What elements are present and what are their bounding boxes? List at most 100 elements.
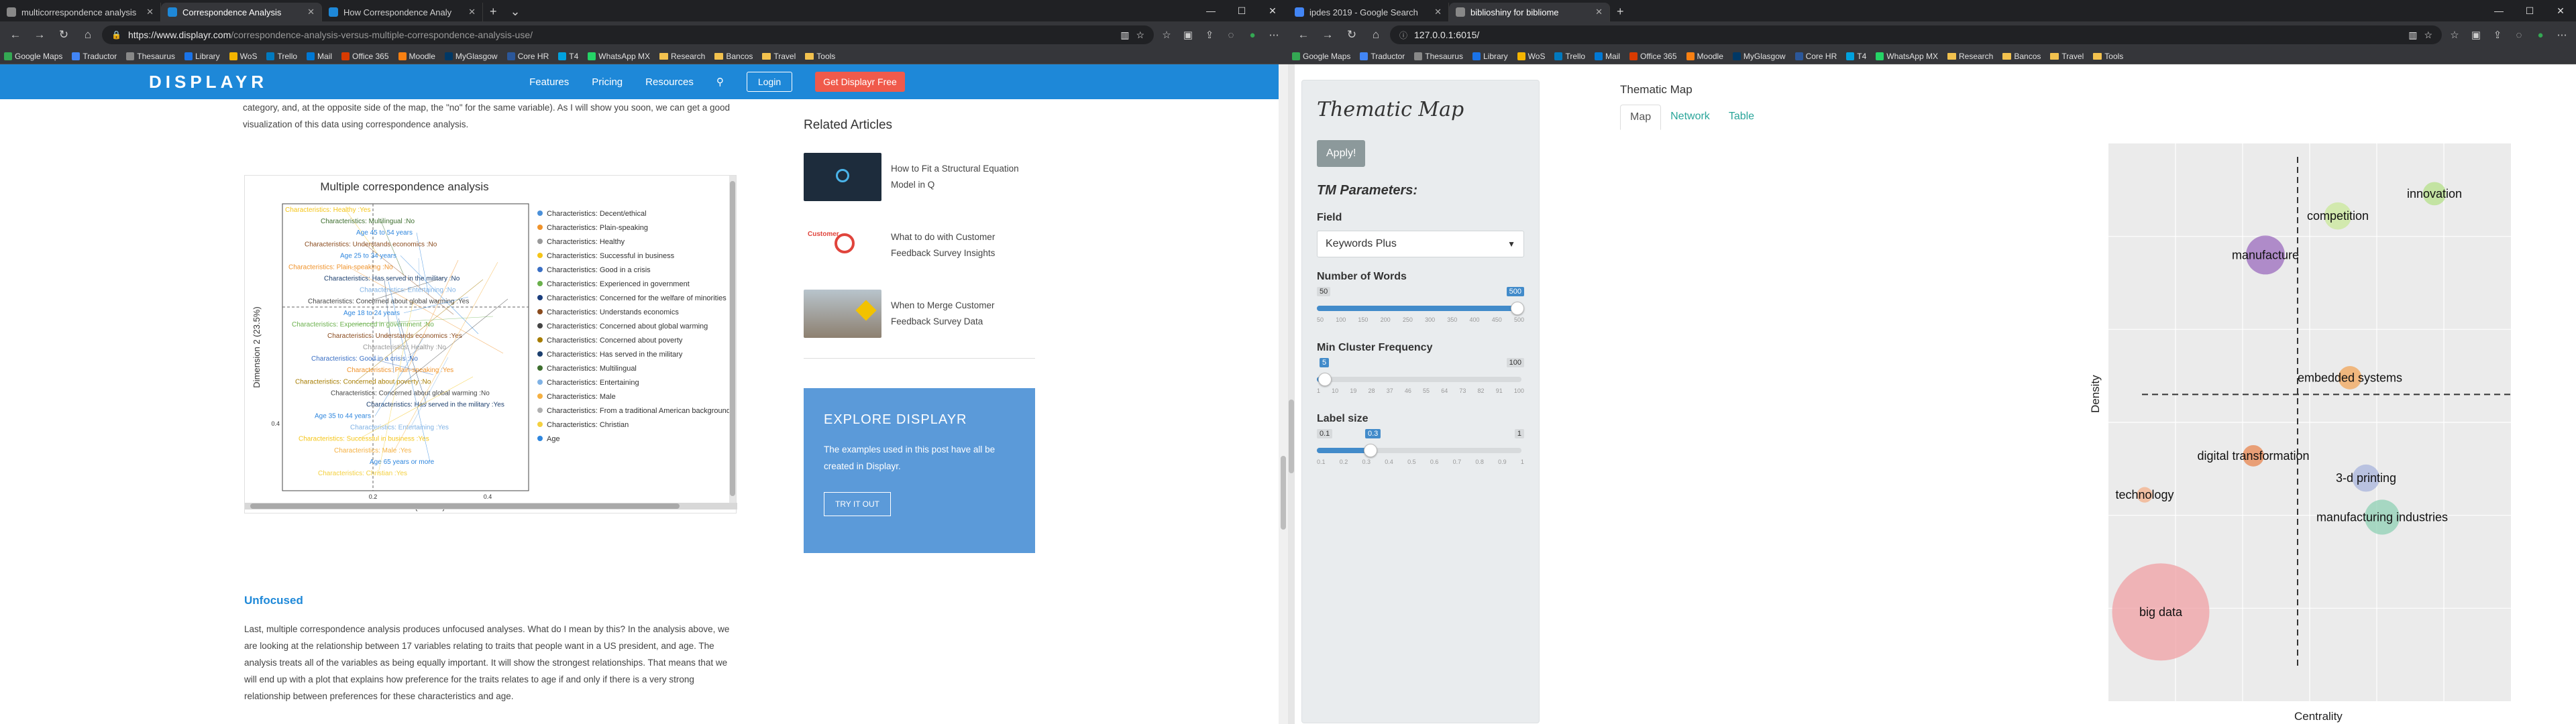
- collections-icon[interactable]: ▣: [1179, 29, 1197, 41]
- close-icon[interactable]: ✕: [468, 7, 476, 17]
- slider-track[interactable]: [1317, 377, 1521, 382]
- words-slider[interactable]: 50 500 50 100 150 200 250 300 350 400 450 500: [1317, 287, 1524, 328]
- favorites-icon[interactable]: ☆: [2446, 29, 2463, 41]
- related-article[interactable]: Customer What to do with Customer Feedba…: [804, 221, 1035, 269]
- close-window-icon[interactable]: ✕: [1257, 5, 1288, 17]
- slider-handle[interactable]: [1364, 444, 1377, 457]
- share-icon[interactable]: ⇪: [1201, 29, 1218, 41]
- back-icon[interactable]: ←: [1293, 28, 1313, 42]
- login-button[interactable]: Login: [746, 72, 793, 92]
- article-thumbnail[interactable]: [804, 290, 881, 338]
- tab-map[interactable]: Map: [1620, 105, 1662, 130]
- back-icon[interactable]: ←: [5, 28, 25, 42]
- bookmark-item[interactable]: Moodle: [398, 52, 435, 61]
- bookmark-item[interactable]: Thesaurus: [1414, 52, 1463, 61]
- reload-icon[interactable]: ↻: [54, 28, 74, 42]
- bookmark-item[interactable]: Tools: [2093, 52, 2123, 61]
- bookmark-item[interactable]: Tools: [805, 52, 835, 61]
- related-article-link[interactable]: When to Merge Customer Feedback Survey D…: [891, 298, 1035, 330]
- bookmark-item[interactable]: Thesaurus: [126, 52, 175, 61]
- bookmark-item[interactable]: Mail: [1595, 52, 1620, 61]
- bookmark-star-icon[interactable]: ☆: [1136, 29, 1144, 41]
- minfreq-slider[interactable]: 5 100 1 10 19 28 37 46 55 64 73 82 91 100: [1317, 358, 1524, 400]
- close-icon[interactable]: ✕: [146, 7, 154, 17]
- maximize-icon[interactable]: ☐: [2514, 5, 2545, 17]
- reading-mode-icon[interactable]: ▥: [2408, 29, 2417, 41]
- new-tab-icon[interactable]: +: [1610, 3, 1631, 21]
- extension-icon[interactable]: ◌: [1222, 29, 1240, 41]
- scrollbar-thumb[interactable]: [1289, 400, 1294, 473]
- browser-tab-active[interactable]: biblioshiny for bibliome ✕: [1449, 3, 1610, 21]
- home-icon[interactable]: ⌂: [1366, 28, 1386, 42]
- maximize-icon[interactable]: ☐: [1226, 5, 1257, 17]
- collections-icon[interactable]: ▣: [2467, 29, 2485, 41]
- bookmark-item[interactable]: Trello: [266, 52, 297, 61]
- close-icon[interactable]: ✕: [1595, 7, 1603, 17]
- reading-mode-icon[interactable]: ▥: [1120, 29, 1129, 41]
- bookmark-item[interactable]: Travel: [762, 52, 796, 61]
- forward-icon[interactable]: →: [1318, 28, 1338, 42]
- scrollbar-thumb[interactable]: [1281, 456, 1286, 530]
- page-scrollbar[interactable]: [1279, 64, 1288, 724]
- bookmark-item[interactable]: Library: [1472, 52, 1508, 61]
- related-article-link[interactable]: How to Fit a Structural Equation Model i…: [891, 161, 1035, 193]
- apply-button[interactable]: Apply!: [1317, 140, 1366, 167]
- bookmark-item[interactable]: Bancos: [714, 52, 753, 61]
- field-select[interactable]: Keywords Plus ▼: [1317, 231, 1524, 257]
- bookmark-item[interactable]: Moodle: [1686, 52, 1723, 61]
- tab-search-icon[interactable]: ⌄: [504, 3, 527, 21]
- nav-features[interactable]: Features: [529, 76, 569, 88]
- bookmark-item[interactable]: T4: [558, 52, 578, 61]
- bookmark-item[interactable]: Research: [659, 52, 705, 61]
- browser-tab[interactable]: ipdes 2019 - Google Search ✕: [1288, 3, 1449, 21]
- favorites-icon[interactable]: ☆: [1158, 29, 1175, 41]
- article-thumbnail[interactable]: [804, 153, 881, 201]
- forward-icon[interactable]: →: [30, 28, 50, 42]
- profile-icon[interactable]: ●: [1244, 29, 1261, 41]
- bookmark-item[interactable]: Google Maps: [1292, 52, 1350, 61]
- nav-pricing[interactable]: Pricing: [592, 76, 623, 88]
- tab-network[interactable]: Network: [1661, 105, 1719, 130]
- home-icon[interactable]: ⌂: [78, 28, 98, 42]
- browser-tab[interactable]: multicorrespondence analysis ✕: [0, 3, 161, 21]
- minimize-icon[interactable]: —: [2483, 5, 2514, 16]
- browser-tab[interactable]: How Correspondence Analy ✕: [322, 3, 483, 21]
- related-article-link[interactable]: What to do with Customer Feedback Survey…: [891, 229, 1035, 261]
- reload-icon[interactable]: ↻: [1342, 28, 1362, 42]
- close-window-icon[interactable]: ✕: [2545, 5, 2576, 17]
- bookmark-star-icon[interactable]: ☆: [2424, 29, 2432, 41]
- related-article[interactable]: When to Merge Customer Feedback Survey D…: [804, 290, 1035, 338]
- slider-handle[interactable]: [1318, 373, 1332, 386]
- bookmark-item[interactable]: Research: [1947, 52, 1993, 61]
- bookmark-item[interactable]: T4: [1846, 52, 1866, 61]
- get-displayr-free-button[interactable]: Get Displayr Free: [815, 72, 905, 92]
- new-tab-icon[interactable]: +: [483, 3, 504, 21]
- bookmark-item[interactable]: Trello: [1554, 52, 1585, 61]
- menu-icon[interactable]: ⋯: [2553, 29, 2571, 41]
- search-icon[interactable]: ⚲: [716, 76, 724, 88]
- url-input[interactable]: 🔒 https://www.displayr.com/correspondenc…: [102, 25, 1154, 44]
- extension-icon[interactable]: ◌: [2510, 29, 2528, 41]
- share-icon[interactable]: ⇪: [2489, 29, 2506, 41]
- close-icon[interactable]: ✕: [1434, 7, 1442, 17]
- menu-icon[interactable]: ⋯: [1265, 29, 1283, 41]
- bookmark-item[interactable]: WhatsApp MX: [588, 52, 650, 61]
- bookmark-item[interactable]: Traductor: [1360, 52, 1405, 61]
- labelsize-slider[interactable]: 0.1 0.3 1 0.1 0.2 0.3 0.4 0.5 0.6 0.7 0.8 0.9 1: [1317, 429, 1524, 471]
- page-scrollbar[interactable]: [1288, 64, 1295, 724]
- bookmark-item[interactable]: Traductor: [72, 52, 117, 61]
- bookmark-item[interactable]: WoS: [1517, 52, 1545, 61]
- displayr-logo[interactable]: DISPLAYR: [149, 72, 268, 93]
- tab-table[interactable]: Table: [1719, 105, 1764, 130]
- bookmark-item[interactable]: Core HR: [506, 52, 549, 61]
- bookmark-item[interactable]: MyGlasgow: [1732, 52, 1786, 61]
- bookmark-item[interactable]: Google Maps: [4, 52, 62, 61]
- bookmark-item[interactable]: Office 365: [1629, 52, 1677, 61]
- nav-resources[interactable]: Resources: [645, 76, 694, 88]
- article-thumbnail[interactable]: Customer: [804, 221, 881, 269]
- browser-tab-active[interactable]: Correspondence Analysis ✕: [161, 3, 322, 21]
- profile-icon[interactable]: ●: [2532, 29, 2549, 41]
- bookmark-item[interactable]: Office 365: [341, 52, 389, 61]
- bookmark-item[interactable]: WhatsApp MX: [1876, 52, 1938, 61]
- bookmark-item[interactable]: Mail: [307, 52, 332, 61]
